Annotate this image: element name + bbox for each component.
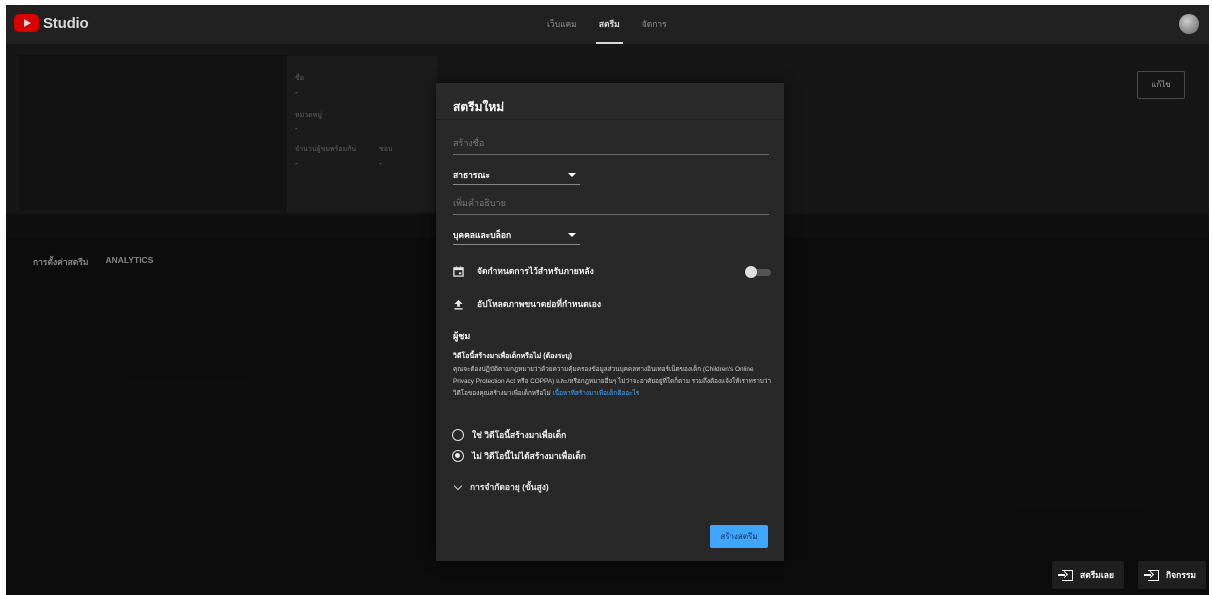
tab-stream-settings[interactable]: การตั้งค่าสตรีม <box>33 255 89 269</box>
category-value: - <box>295 124 298 133</box>
likes-value: - <box>379 159 382 168</box>
age-restriction-toggle[interactable]: การจำกัดอายุ (ขั้นสูง) <box>453 480 549 494</box>
chevron-down-icon <box>453 481 463 490</box>
new-stream-dialog: สตรีมใหม่ สาธารณะ บุคคลและบล็อก จัดกำหนด… <box>436 83 784 561</box>
radio-yes[interactable] <box>452 429 464 441</box>
radio-no-row[interactable]: ไม่ วิดีโอนี้ไม่ได้สร้างมาเพื่อเด็ก <box>452 449 586 463</box>
kids-description: คุณจะต้องปฏิบัติตามกฎหมายว่าด้วยความคุ้ม… <box>453 364 773 400</box>
tab-analytics[interactable]: ANALYTICS <box>106 255 154 269</box>
caret-down-icon <box>568 172 576 177</box>
category-label: หมวดหมู่ <box>295 112 322 119</box>
privacy-value: สาธารณะ <box>453 169 490 180</box>
stream-now-button[interactable]: สตรีมเลย <box>1052 561 1124 589</box>
stream-title-input[interactable] <box>453 133 769 148</box>
activity-button[interactable]: กิจกรรม <box>1138 561 1207 589</box>
caret-down-icon <box>568 232 576 237</box>
dialog-title: สตรีมใหม่ <box>453 100 505 114</box>
logo-text: Studio <box>43 14 89 32</box>
category-select[interactable]: บุคคลและบล็อก <box>453 225 580 245</box>
studio-window: Studio เว็บแคม สตรีม จัดการ ชื่อ - หมวดห… <box>6 5 1209 595</box>
stream-meta: ชื่อ - หมวดหมู่ - จำนวนผู้ชมพร้อมกัน - ช… <box>287 56 437 212</box>
tab-webcam[interactable]: เว็บแคม <box>536 5 588 44</box>
category-value: บุคคลและบล็อก <box>453 229 512 240</box>
stream-preview <box>19 55 289 210</box>
radio-yes-label: ใช่ วิดีโอนี้สร้างมาเพื่อเด็ก <box>472 430 567 440</box>
upload-icon <box>454 299 463 310</box>
likes-label: ชอบ <box>379 146 393 153</box>
studio-logo[interactable]: Studio <box>14 14 89 32</box>
radio-no-label: ไม่ วิดีโอนี้ไม่ได้สร้างมาเพื่อเด็ก <box>472 451 586 461</box>
kids-help-link[interactable]: เนื้อหาที่สร้างมาเพื่อเด็กคืออะไร <box>553 390 640 397</box>
activity-label: กิจกรรม <box>1166 570 1197 580</box>
title-value: - <box>295 88 298 97</box>
create-stream-button[interactable]: สร้างสตรีม <box>710 525 768 548</box>
kids-heading: วิดีโอนี้สร้างมาเพื่อเด็กหรือไม่ (ต้องระ… <box>453 353 572 360</box>
radio-yes-row[interactable]: ใช่ วิดีโอนี้สร้างมาเพื่อเด็ก <box>452 428 566 442</box>
tab-stream[interactable]: สตรีม <box>588 5 631 44</box>
schedule-row[interactable]: จัดกำหนดการไว้สำหรับภายหลัง <box>453 264 594 278</box>
youtube-play-icon <box>14 14 39 32</box>
audience-heading: ผู้ชม <box>453 331 471 341</box>
schedule-label: จัดกำหนดการไว้สำหรับภายหลัง <box>477 266 594 276</box>
top-tabs: เว็บแคม สตรีม จัดการ <box>536 5 678 44</box>
stream-title-field[interactable] <box>453 133 769 155</box>
tab-manage[interactable]: จัดการ <box>631 5 678 44</box>
exit-icon <box>1058 569 1073 581</box>
age-restriction-label: การจำกัดอายุ (ขั้นสูง) <box>470 482 549 492</box>
title-label: ชื่อ <box>295 75 304 82</box>
avatar[interactable] <box>1179 14 1199 34</box>
privacy-select[interactable]: สาธารณะ <box>453 165 580 185</box>
top-bar: Studio เว็บแคม สตรีม จัดการ <box>6 5 1209 44</box>
schedule-toggle[interactable] <box>745 266 771 278</box>
viewers-value: - <box>295 159 298 168</box>
stream-now-label: สตรีมเลย <box>1080 570 1114 580</box>
description-input[interactable] <box>453 193 769 208</box>
edit-button[interactable]: แก้ไข <box>1137 71 1185 99</box>
radio-no[interactable] <box>452 450 464 462</box>
thumbnail-row[interactable]: อัปโหลดภาพขนาดย่อที่กำหนดเอง <box>453 297 601 311</box>
description-field[interactable] <box>453 193 769 215</box>
stream-subtabs: การตั้งค่าสตรีม ANALYTICS <box>33 255 153 269</box>
exit-icon <box>1144 569 1159 581</box>
thumbnail-label: อัปโหลดภาพขนาดย่อที่กำหนดเอง <box>477 299 601 309</box>
calendar-icon <box>453 265 464 277</box>
toggle-knob <box>745 266 757 278</box>
viewers-label: จำนวนผู้ชมพร้อมกัน <box>295 146 357 153</box>
